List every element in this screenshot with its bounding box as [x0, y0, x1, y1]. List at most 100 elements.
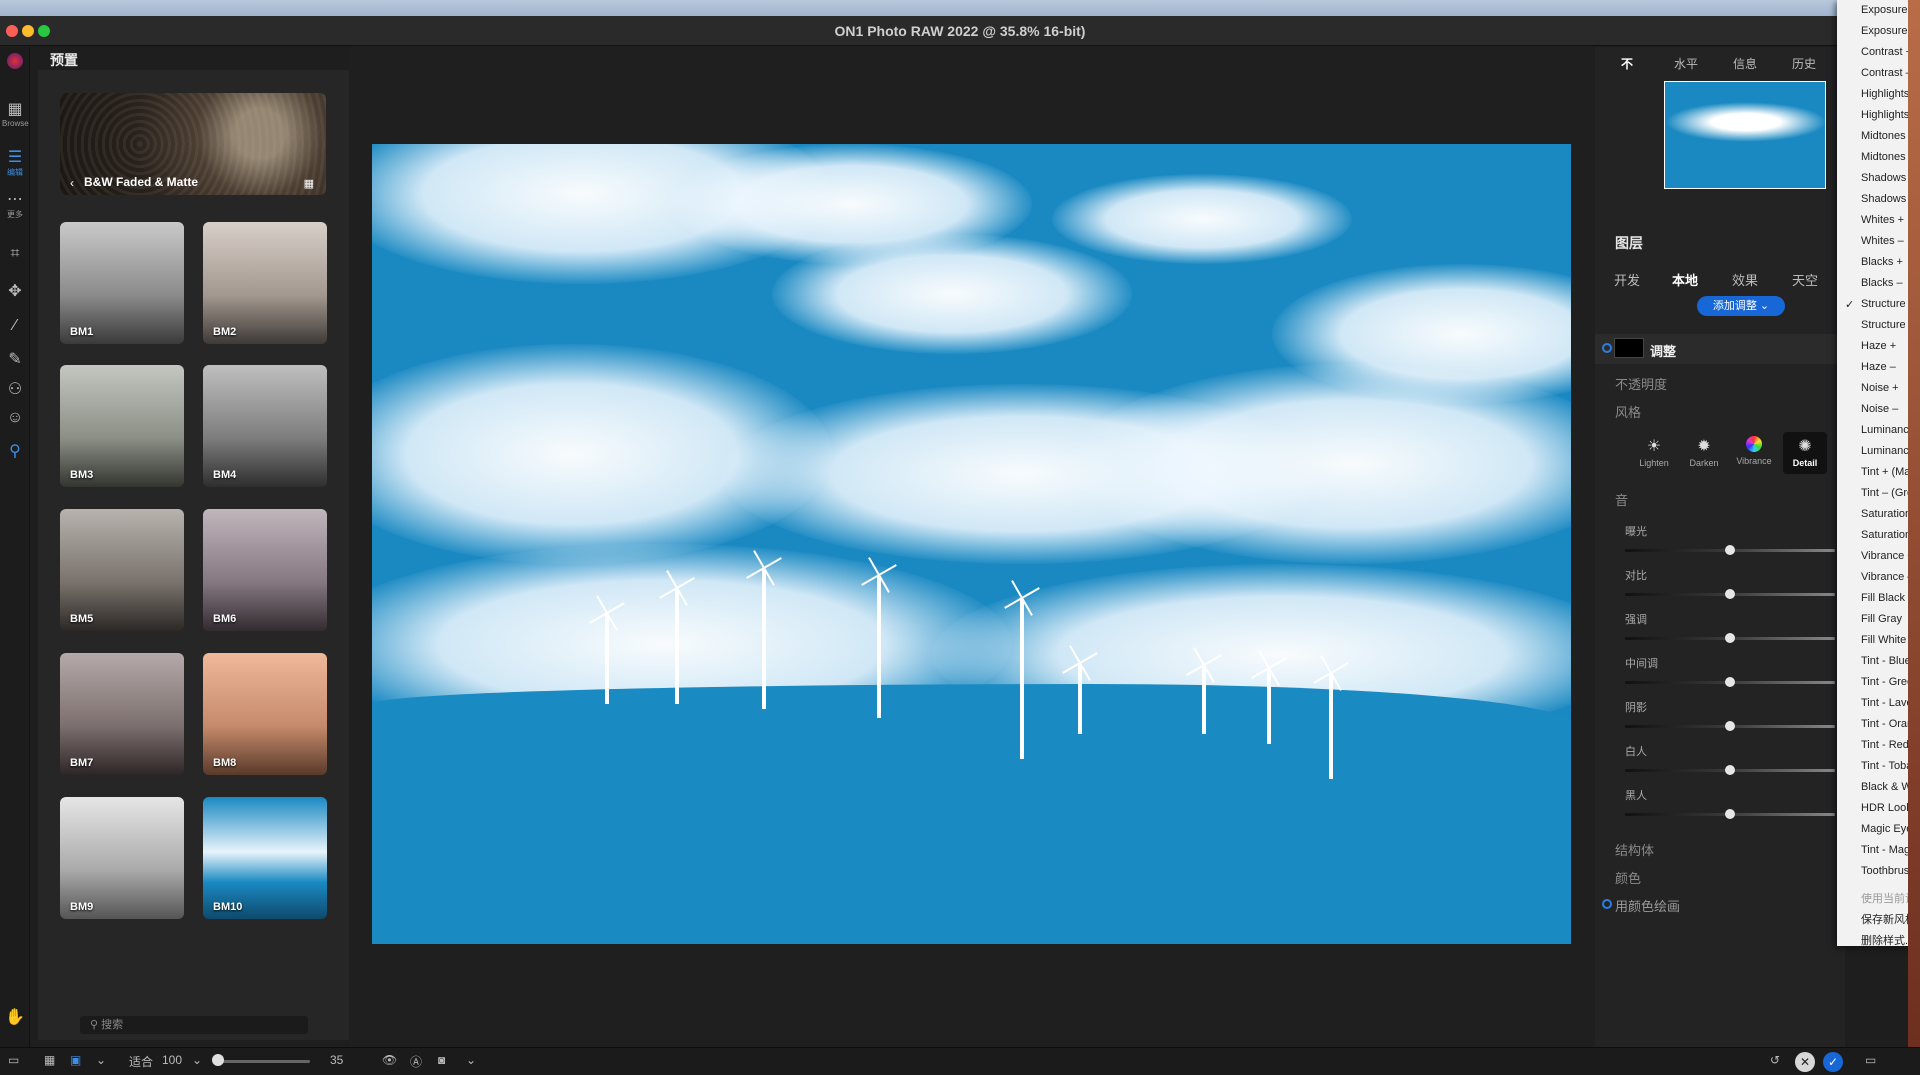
- dropdown-menu-item[interactable]: Fill Black: [1861, 592, 1905, 604]
- slider-value: 35: [330, 1053, 344, 1067]
- crop-tool-button[interactable]: ⌗: [2, 245, 28, 263]
- tab-sky[interactable]: 天空: [1792, 270, 1818, 289]
- layers-heading: 图层: [1615, 235, 1643, 251]
- dropdown-menu-item[interactable]: Contrast +: [1861, 46, 1912, 58]
- add-adjustment-button[interactable]: 添加调整 ⌄: [1697, 296, 1785, 316]
- preset-item[interactable]: BM8: [203, 653, 327, 775]
- zoom-slider-thumb[interactable]: [212, 1054, 224, 1066]
- text-overlay-icon[interactable]: Ⓐ: [410, 1053, 422, 1070]
- chevron-down-icon[interactable]: ⌄: [96, 1053, 106, 1067]
- blacks-slider-thumb[interactable]: [1725, 809, 1735, 819]
- style-detail-button[interactable]: ✺ Detail: [1783, 432, 1827, 474]
- dropdown-menu-item[interactable]: Fill White: [1861, 634, 1906, 646]
- style-lighten-button[interactable]: ☀ Lighten: [1632, 432, 1676, 474]
- tab-levels[interactable]: 水平: [1674, 55, 1698, 72]
- panel-toggle-right-icon[interactable]: ▭: [1865, 1053, 1876, 1067]
- preset-label: BM6: [213, 613, 237, 625]
- preset-search-input[interactable]: ⚲ 搜索: [80, 1016, 308, 1034]
- style-darken-button[interactable]: ✹ Darken: [1682, 432, 1726, 474]
- paint-with-color-radio[interactable]: [1602, 899, 1612, 909]
- dropdown-menu-item[interactable]: Structure +: [1861, 298, 1915, 310]
- zoom-value[interactable]: 100: [162, 1053, 182, 1067]
- midtones-label: 中间调: [1625, 658, 1658, 670]
- photo-canvas[interactable]: [372, 144, 1571, 944]
- dropdown-menu-item[interactable]: Fill Gray: [1861, 613, 1902, 625]
- zoom-slider[interactable]: [218, 1060, 310, 1063]
- dropdown-menu-item[interactable]: Haze –: [1861, 361, 1896, 373]
- preset-item[interactable]: BM3: [60, 365, 184, 487]
- dropdown-menu-item[interactable]: Noise +: [1861, 382, 1899, 394]
- dropdown-menu-item[interactable]: Vibrance –: [1861, 571, 1913, 583]
- dropdown-menu-item[interactable]: Contrast –: [1861, 67, 1912, 79]
- shadows-slider-thumb[interactable]: [1725, 721, 1735, 731]
- dropdown-menu-item[interactable]: Noise –: [1861, 403, 1898, 415]
- dropdown-menu-item[interactable]: HDR Look: [1861, 802, 1912, 814]
- grid-icon: ▦: [7, 101, 23, 118]
- dropdown-menu-item[interactable]: Tint - Blue: [1861, 655, 1911, 667]
- mask-thumbnail[interactable]: [1614, 338, 1644, 358]
- preset-item[interactable]: BM2: [203, 222, 327, 344]
- chevron-down-icon[interactable]: ⌄: [466, 1053, 476, 1067]
- adjustment-visibility-toggle[interactable]: [1602, 343, 1612, 353]
- color-wheel-icon: [1746, 436, 1762, 452]
- preset-item[interactable]: BM1: [60, 222, 184, 344]
- browse-module-button[interactable]: ▦ Browse: [2, 99, 29, 128]
- left-toolbar: ▦ Browse ☰ 编辑 ⋯ 更多 ⌗ ✥ ⁄ ✎ ⚇ ☺ ⚲ ✋: [0, 47, 30, 1047]
- navigator-thumbnail[interactable]: [1664, 81, 1826, 189]
- clone-tool-button[interactable]: ⚇: [2, 379, 28, 399]
- highlights-slider-thumb[interactable]: [1725, 633, 1735, 643]
- preview-eye-icon[interactable]: 👁: [382, 1053, 397, 1067]
- hand-tool-button[interactable]: ✋: [2, 1007, 28, 1027]
- dropdown-menu-item[interactable]: Haze +: [1861, 340, 1896, 352]
- structure-section[interactable]: 结构体: [1615, 840, 1654, 859]
- preset-item[interactable]: BM10: [203, 797, 327, 919]
- navigator-ground: [1665, 160, 1825, 188]
- brush-tool-button[interactable]: ✎: [2, 349, 28, 369]
- dropdown-menu-item[interactable]: Blacks +: [1861, 256, 1903, 268]
- preset-item[interactable]: BM7: [60, 653, 184, 775]
- back-chevron-icon[interactable]: ‹: [70, 176, 74, 190]
- fit-label[interactable]: 适合: [129, 1053, 153, 1070]
- midtones-slider-thumb[interactable]: [1725, 677, 1735, 687]
- single-view-icon[interactable]: ▣: [70, 1053, 81, 1067]
- dropdown-menu-item[interactable]: Tint - Red: [1861, 739, 1909, 751]
- tab-effects[interactable]: 效果: [1732, 270, 1758, 289]
- preset-item[interactable]: BM4: [203, 365, 327, 487]
- apply-icon[interactable]: ✓: [1823, 1052, 1843, 1072]
- preset-item[interactable]: BM5: [60, 509, 184, 631]
- dropdown-menu-item[interactable]: Vibrance +: [1861, 550, 1914, 562]
- preset-item[interactable]: BM6: [203, 509, 327, 631]
- tab-info[interactable]: 信息: [1733, 55, 1757, 72]
- chevron-down-icon[interactable]: ⌄: [192, 1053, 202, 1067]
- dropdown-menu-item[interactable]: Whites –: [1861, 235, 1904, 247]
- tab-local[interactable]: 本地: [1672, 270, 1698, 289]
- dropdown-menu-item[interactable]: Midtones –: [1861, 151, 1915, 163]
- tab-history[interactable]: 历史: [1792, 55, 1816, 72]
- preset-item[interactable]: BM9: [60, 797, 184, 919]
- preset-category-banner[interactable]: ‹ B&W Faded & Matte ▦: [60, 93, 326, 195]
- mask-tool-button[interactable]: ⚲: [2, 441, 28, 461]
- dropdown-menu-item[interactable]: Blacks –: [1861, 277, 1903, 289]
- contrast-slider-thumb[interactable]: [1725, 589, 1735, 599]
- style-vibrance-button[interactable]: Vibrance: [1732, 432, 1776, 474]
- grid-view-icon[interactable]: ▦: [44, 1053, 55, 1067]
- whites-slider-thumb[interactable]: [1725, 765, 1735, 775]
- tab-navigator[interactable]: 不: [1621, 55, 1633, 72]
- grid-view-icon[interactable]: ▦: [304, 177, 314, 190]
- exposure-slider-thumb[interactable]: [1725, 545, 1735, 555]
- color-section[interactable]: 颜色: [1615, 868, 1641, 887]
- dropdown-footer-item[interactable]: 删除样式...: [1861, 932, 1914, 946]
- dropdown-menu-item[interactable]: Midtones +: [1861, 130, 1915, 142]
- cancel-icon[interactable]: ✕: [1795, 1052, 1815, 1072]
- reset-icon[interactable]: ↺: [1770, 1053, 1780, 1067]
- more-module-button[interactable]: ⋯ 更多: [2, 189, 28, 220]
- portrait-tool-button[interactable]: ☺: [2, 409, 28, 427]
- dropdown-menu-item[interactable]: Structure –: [1861, 319, 1915, 331]
- transform-tool-button[interactable]: ✥: [2, 281, 28, 301]
- retouch-tool-button[interactable]: ⁄: [2, 317, 28, 335]
- dropdown-menu-item[interactable]: Whites +: [1861, 214, 1904, 226]
- edit-module-button[interactable]: ☰ 编辑: [2, 147, 28, 178]
- tab-develop[interactable]: 开发: [1614, 270, 1640, 289]
- panel-toggle-icon[interactable]: ▭: [8, 1053, 19, 1067]
- camera-icon[interactable]: ◙: [438, 1053, 445, 1067]
